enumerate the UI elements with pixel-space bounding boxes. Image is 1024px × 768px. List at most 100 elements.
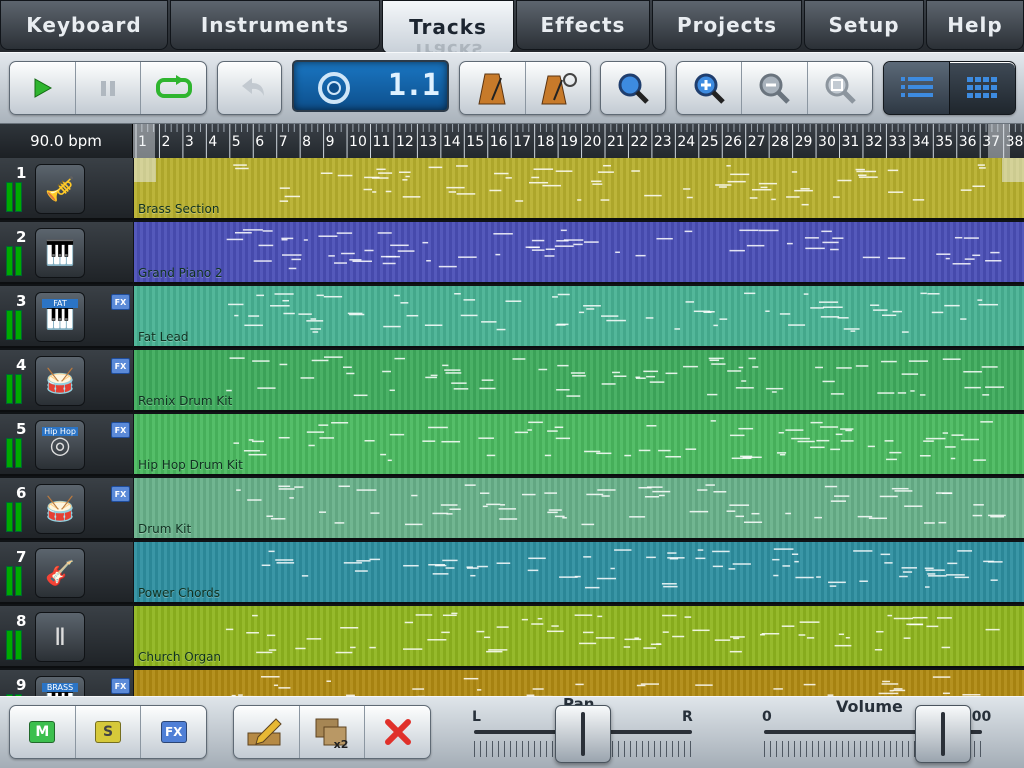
ruler-bar-number: 23 (653, 134, 672, 150)
track-row[interactable]: 3 FAT 🎹 FX Fat Lead (0, 286, 1024, 350)
pause-button[interactable] (76, 62, 142, 114)
pipe-organ-icon[interactable]: Ⅱ (35, 612, 85, 662)
mute-button[interactable]: M (10, 706, 76, 758)
track-fx-badge[interactable]: FX (111, 422, 130, 438)
track-row[interactable]: 6 🥁 FX Drum Kit (0, 478, 1024, 542)
grid-view-button[interactable] (950, 62, 1015, 114)
track-number: 7 (16, 548, 27, 566)
turntable-icon[interactable]: Hip Hop ◎ (35, 420, 85, 470)
zoom-in-button[interactable] (677, 62, 743, 114)
track-fx-button[interactable]: FX (141, 706, 206, 758)
ruler-bar-number: 19 (560, 134, 578, 150)
grand-piano-icon[interactable]: 🎹 (35, 228, 85, 278)
list-view-button[interactable] (884, 62, 950, 114)
ruler-bar-number: 6 (255, 134, 265, 150)
tab-tracks[interactable]: Tracks Tracks (382, 0, 514, 60)
track-controls-bar: M S FX x2 Pan L R Volume 0 100 (0, 695, 1024, 768)
track-row[interactable]: 7 🎸 Power Chords (0, 542, 1024, 606)
track-lane[interactable]: Church Organ (134, 606, 1024, 668)
zoom-out-button[interactable] (742, 62, 808, 114)
instrument-icon-label: Hip Hop (42, 427, 78, 436)
french-horn-icon[interactable]: 🎺 (35, 164, 85, 214)
selection-end-cap[interactable] (1002, 158, 1024, 182)
ruler-bar-number: 9 (325, 134, 335, 150)
track-header[interactable]: 5 Hip Hop ◎ FX (0, 414, 133, 476)
position-value: 1.1 (387, 68, 440, 103)
track-fx-badge[interactable]: FX (111, 678, 130, 694)
track-header[interactable]: 9 BRASS🎹 FX (0, 670, 133, 696)
acoustic-drums-icon[interactable]: 🥁 (35, 484, 85, 534)
track-level-meter (6, 374, 22, 404)
zoom-fit-button[interactable] (808, 62, 872, 114)
tab-label: Tracks (409, 15, 487, 39)
ruler-bar-number: 13 (419, 134, 438, 150)
tab-projects[interactable]: Projects (652, 0, 802, 50)
drum-kit-icon[interactable]: 🥁 (35, 356, 85, 406)
track-row[interactable]: 2 🎹 Grand Piano 2 (0, 222, 1024, 286)
track-lane[interactable]: Grand Piano 2 (134, 222, 1024, 284)
electric-guitar-icon[interactable]: 🎸 (35, 548, 85, 598)
track-lane[interactable]: Fat Lead (134, 286, 1024, 348)
track-name: Brass Section (138, 202, 220, 216)
metronome-button[interactable] (460, 62, 526, 114)
track-header[interactable]: 8 Ⅱ (0, 606, 133, 668)
track-lane[interactable]: Brass Section (134, 158, 1024, 220)
duplicate-button[interactable]: x2 (300, 706, 366, 758)
delete-button[interactable] (365, 706, 430, 758)
metronome-settings-button[interactable] (526, 62, 591, 114)
tab-label: Projects (676, 13, 777, 37)
track-header[interactable]: 3 FAT 🎹 FX (0, 286, 133, 348)
view-group (883, 61, 1016, 115)
track-row[interactable]: 1 🎺 Brass Section (0, 158, 1024, 222)
track-lane[interactable] (134, 670, 1024, 696)
volume-slider-knob[interactable] (914, 705, 971, 763)
zoom-fit-icon (825, 73, 856, 104)
selection-start-marker[interactable] (133, 124, 155, 158)
note-pattern (228, 292, 998, 333)
pan-slider-knob[interactable] (555, 705, 611, 763)
synth-keyboard-icon[interactable]: FAT 🎹 (35, 292, 85, 342)
track-lane[interactable]: Remix Drum Kit (134, 350, 1024, 412)
track-row[interactable]: 4 🥁 FX Remix Drum Kit (0, 350, 1024, 414)
tempo-display[interactable]: 90.0 bpm (0, 124, 133, 158)
edit-button[interactable] (234, 706, 300, 758)
play-button[interactable] (10, 62, 76, 114)
track-fx-badge[interactable]: FX (111, 294, 130, 310)
tab-effects[interactable]: Effects (516, 0, 650, 50)
track-header[interactable]: 4 🥁 FX (0, 350, 133, 412)
undo-button[interactable] (218, 62, 281, 114)
tab-help[interactable]: Help (926, 0, 1024, 50)
track-lane[interactable]: Power Chords (134, 542, 1024, 604)
pan-right-label: R (682, 709, 693, 725)
track-fx-badge[interactable]: FX (111, 486, 130, 502)
zoom-in-icon (694, 73, 725, 104)
track-header[interactable]: 6 🥁 FX (0, 478, 133, 540)
tab-instruments[interactable]: Instruments (170, 0, 380, 50)
track-lane[interactable]: Drum Kit (134, 478, 1024, 540)
search-group (600, 61, 666, 115)
transport-group (9, 61, 207, 115)
track-header[interactable]: 7 🎸 (0, 542, 133, 604)
track-name: Fat Lead (138, 330, 189, 344)
search-icon (618, 73, 649, 104)
selection-start-cap[interactable] (134, 158, 156, 182)
ruler-bar-number: 16 (489, 134, 508, 150)
tab-keyboard[interactable]: Keyboard (0, 0, 168, 50)
track-header[interactable]: 2 🎹 (0, 222, 133, 284)
track-header[interactable]: 1 🎺 (0, 158, 133, 220)
brass-keyboard-icon[interactable]: BRASS🎹 (35, 676, 85, 696)
selection-end-marker[interactable] (988, 124, 1010, 158)
track-fx-badge[interactable]: FX (111, 358, 130, 374)
loop-button[interactable] (141, 62, 206, 114)
track-row[interactable]: 5 Hip Hop ◎ FX Hip Hop Drum Kit (0, 414, 1024, 478)
timeline-ruler[interactable]: 1 2 3 4 5 6 7 8 9 10 11 12 13 14 15 16 17 18 19 20 21 22 23 24 2… (133, 124, 1024, 158)
note-pattern (226, 229, 1002, 270)
note-pattern (261, 548, 1003, 589)
track-row[interactable]: 9 BRASS🎹 FX (0, 670, 1024, 696)
tab-setup[interactable]: Setup (804, 0, 924, 50)
search-button[interactable] (601, 62, 665, 114)
solo-button[interactable]: S (76, 706, 142, 758)
track-lane[interactable]: Hip Hop Drum Kit (134, 414, 1024, 476)
ruler-bar-number: 10 (349, 134, 367, 150)
track-row[interactable]: 8 Ⅱ Church Organ (0, 606, 1024, 670)
